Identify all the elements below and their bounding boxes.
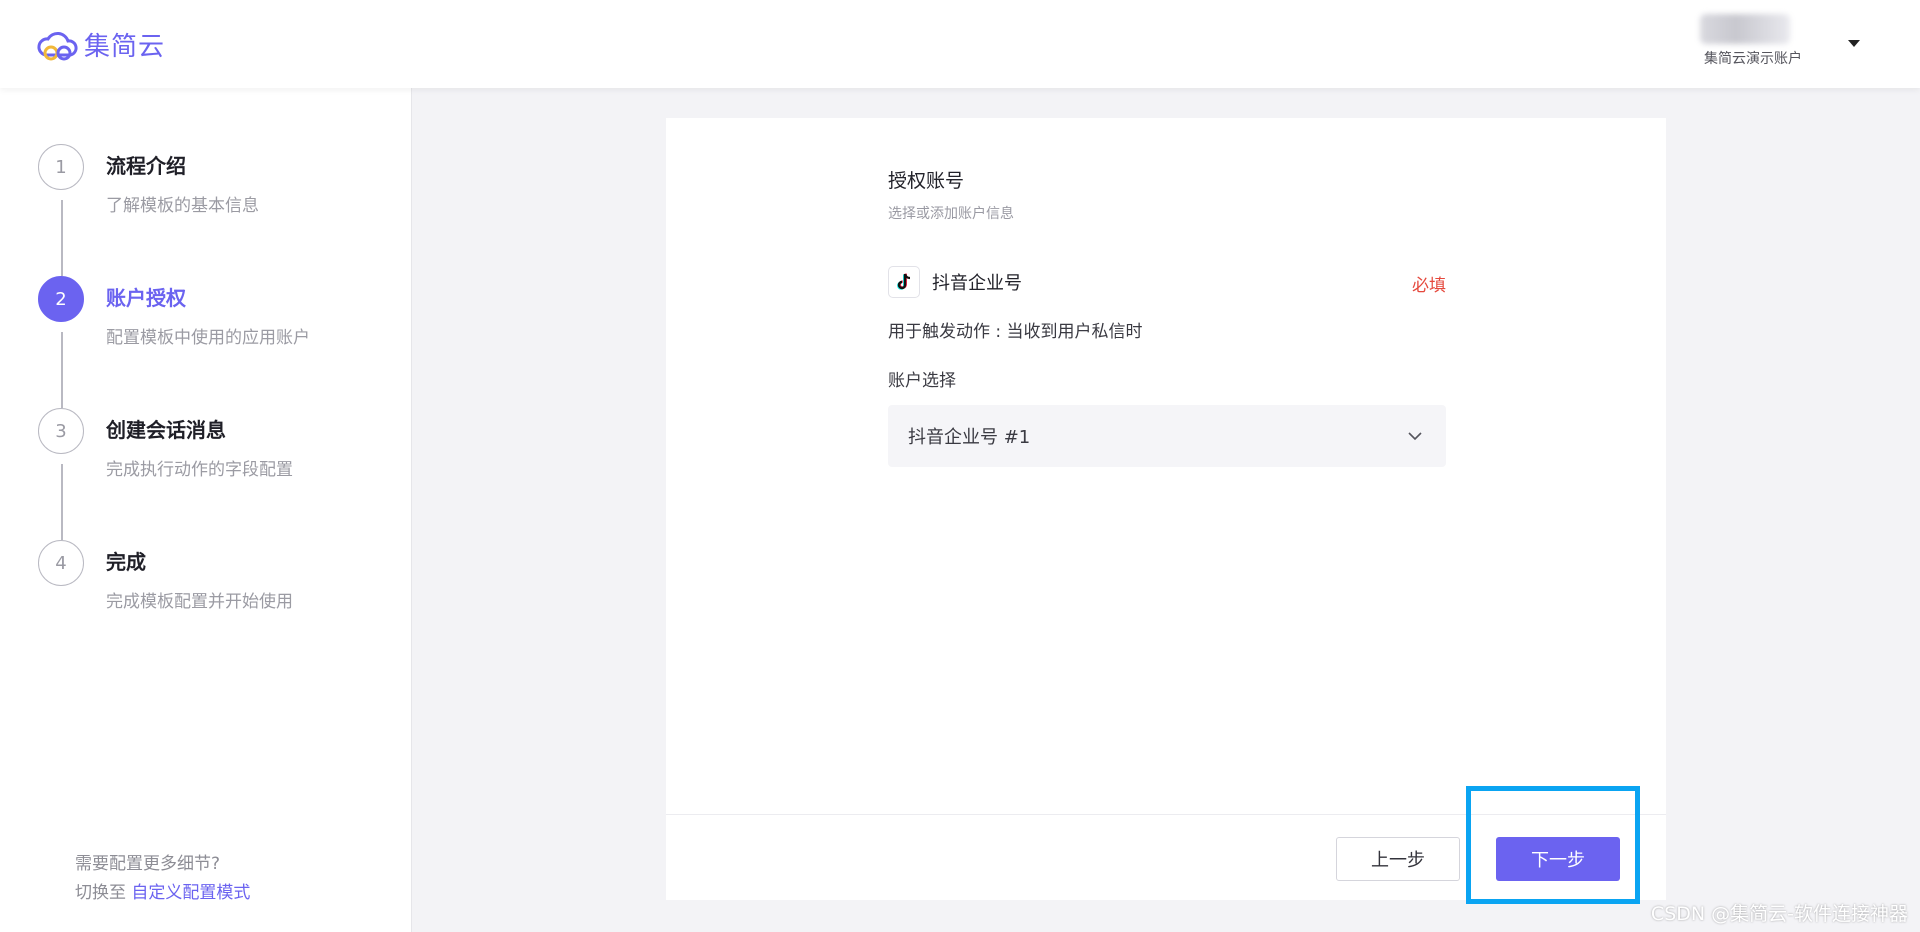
top-header: 集简云 集简云演示账户	[0, 0, 1920, 88]
custom-mode-link[interactable]: 自定义配置模式	[131, 883, 250, 903]
account-form: 授权账号 选择或添加账户信息 抖音企业号 必填 用于触发动作 : 当收到用户私信…	[888, 166, 1446, 467]
step-desc: 配置模板中使用的应用账户	[106, 328, 310, 348]
custom-mode-question: 需要配置更多细节?	[75, 854, 221, 874]
section-subtitle: 选择或添加账户信息	[888, 206, 1014, 222]
account-name: 集简云演示账户	[1704, 51, 1802, 67]
account-select-label: 账户选择	[888, 371, 956, 391]
account-select[interactable]: 抖音企业号 #1	[888, 405, 1446, 467]
brand-logo[interactable]: 集简云	[36, 26, 165, 63]
step-3: 3 创建会话消息 完成执行动作的字段配置	[38, 408, 293, 480]
watermark: CSDN @集简云-软件连接神器	[1650, 903, 1908, 925]
authorization-card: 授权账号 选择或添加账户信息 抖音企业号 必填 用于触发动作 : 当收到用户私信…	[666, 118, 1666, 900]
chevron-down-icon[interactable]	[1406, 427, 1424, 445]
step-1: 1 流程介绍 了解模板的基本信息	[38, 144, 259, 216]
step-title: 流程介绍	[106, 154, 186, 178]
custom-mode-prefix: 切换至	[75, 883, 126, 903]
account-select-value: 抖音企业号 #1	[908, 427, 1031, 448]
app-row: 抖音企业号 必填	[888, 265, 1446, 299]
step-desc: 完成模板配置并开始使用	[106, 592, 293, 612]
step-number: 2	[38, 276, 84, 322]
step-title: 创建会话消息	[106, 418, 226, 442]
step-2: 2 账户授权 配置模板中使用的应用账户	[38, 276, 310, 348]
step-title: 完成	[106, 550, 146, 574]
account-menu[interactable]: 集简云演示账户	[1700, 10, 1860, 70]
next-step-button[interactable]: 下一步	[1496, 837, 1620, 881]
step-4: 4 完成 完成模板配置并开始使用	[38, 540, 293, 612]
tiktok-icon	[888, 266, 920, 298]
steps-sidebar: 1 流程介绍 了解模板的基本信息 2 账户授权 配置模板中使用的应用账户 3 创…	[0, 88, 412, 932]
avatar	[1700, 14, 1790, 44]
step-number: 4	[38, 540, 84, 586]
custom-mode-hint: 需要配置更多细节? 切换至 自定义配置模式	[75, 850, 250, 908]
step-number: 3	[38, 408, 84, 454]
step-desc: 完成执行动作的字段配置	[106, 460, 293, 480]
step-desc: 了解模板的基本信息	[106, 196, 259, 216]
step-number: 1	[38, 144, 84, 190]
cloud-logo-icon	[37, 31, 78, 60]
prev-step-button[interactable]: 上一步	[1336, 837, 1460, 881]
section-title: 授权账号	[888, 170, 965, 192]
brand-name: 集简云	[84, 32, 166, 62]
caret-down-icon[interactable]	[1848, 40, 1860, 47]
required-badge: 必填	[1412, 276, 1446, 296]
trigger-description: 用于触发动作 : 当收到用户私信时	[888, 322, 1143, 342]
step-title: 账户授权	[106, 286, 186, 310]
card-footer: 上一步 下一步	[666, 814, 1666, 900]
app-name: 抖音企业号	[932, 273, 1022, 294]
